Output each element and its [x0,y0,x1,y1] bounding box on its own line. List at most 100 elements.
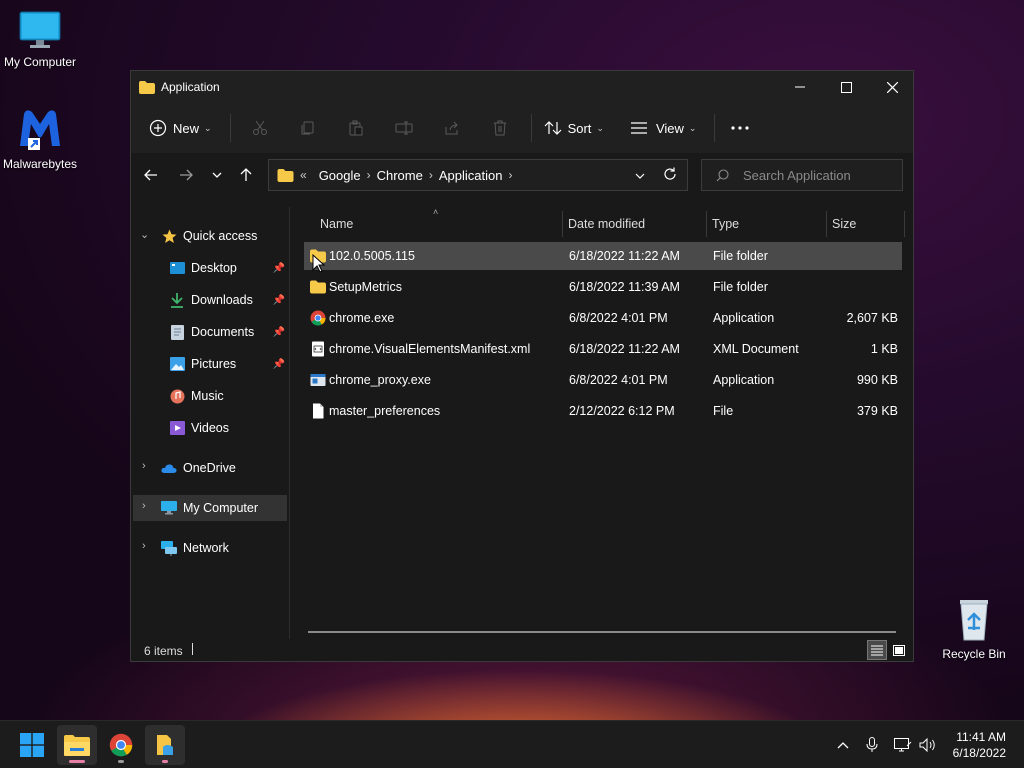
table-row[interactable]: 102.0.5005.115 6/18/2022 11:22 AM File f… [304,242,902,270]
up-button[interactable] [234,163,258,187]
microphone-button[interactable] [862,733,882,757]
column-label: Date modified [568,217,646,231]
share-button[interactable] [435,113,469,143]
taskbar-chrome[interactable] [101,725,141,765]
sidebar-item-videos[interactable]: Videos [169,415,289,441]
title-bar[interactable]: Application [131,71,913,103]
address-history-button[interactable] [635,168,645,182]
table-row[interactable]: chrome.VisualElementsManifest.xml 6/18/2… [304,335,902,363]
sort-button[interactable]: Sort ⌄ [544,120,604,136]
content-area: ⌄ Quick access Desktop 📌 Downloads 📌 Doc… [131,207,913,639]
file-date: 6/8/2022 4:01 PM [569,311,668,325]
horizontal-scrollbar[interactable] [308,631,896,633]
videos-icon [169,420,185,436]
sidebar-item-documents[interactable]: Documents 📌 [169,319,289,345]
sidebar-item-pictures[interactable]: Pictures 📌 [169,351,289,377]
sidebar-item-label: Videos [191,421,229,435]
sidebar-item-music[interactable]: Music [169,383,289,409]
column-header-size[interactable]: Size [832,213,902,235]
plus-circle-icon [149,119,167,137]
chevron-right-icon[interactable]: › [367,168,371,182]
column-divider[interactable] [562,211,563,237]
table-row[interactable]: chrome.exe 6/8/2022 4:01 PM Application … [304,304,902,332]
navigation-bar: « Google › Chrome › Application › Search… [131,153,913,197]
volume-button[interactable] [918,733,938,757]
forward-button[interactable] [174,163,198,187]
column-divider[interactable] [904,211,905,237]
sidebar-item-my-computer[interactable]: › My Computer [133,495,287,521]
column-header-date-modified[interactable]: Date modified [568,213,708,235]
table-row[interactable]: master_preferences 2/12/2022 6:12 PM Fil… [304,397,902,425]
refresh-button[interactable] [663,167,677,184]
details-view-icon [871,645,883,655]
desktop-icon-label: My Computer [3,55,77,69]
command-bar: New ⌄ Sort ⌄ View ⌄ [131,103,913,153]
monitor-icon [19,11,61,48]
back-button[interactable] [139,163,163,187]
chevron-right-icon[interactable]: › [429,168,433,182]
new-button[interactable]: New ⌄ [149,119,212,137]
rename-button[interactable] [387,113,421,143]
sidebar-item-quick-access[interactable]: ⌄ Quick access [131,223,287,249]
chevron-down-icon [212,172,222,178]
sidebar-item-downloads[interactable]: Downloads 📌 [169,287,289,313]
address-bar[interactable]: « Google › Chrome › Application › [268,159,688,191]
file-type: File [713,404,734,418]
search-icon [716,168,729,181]
chevron-down-icon: ⌄ [204,122,212,133]
network-status-button[interactable] [893,733,913,757]
view-button[interactable]: View ⌄ [630,121,696,136]
file-name: chrome_proxy.exe [329,373,431,387]
cut-button[interactable] [243,113,277,143]
chevron-right-icon[interactable]: › [142,540,146,552]
breadcrumb-google[interactable]: Google [319,168,361,183]
refresh-icon [664,167,676,180]
column-divider[interactable] [706,211,707,237]
copy-icon [301,121,314,135]
delete-button[interactable] [483,113,517,143]
sidebar-item-desktop[interactable]: Desktop 📌 [169,255,289,281]
status-bar: 6 items [131,639,913,661]
column-divider[interactable] [826,211,827,237]
column-header-name[interactable]: Name [320,213,560,235]
tiles-view-button[interactable] [889,640,909,660]
chevron-up-icon [837,741,849,748]
chevron-down-icon[interactable]: ⌄ [140,228,149,241]
pin-icon: 📌 [272,294,285,306]
sidebar-item-network[interactable]: › Network [131,535,287,561]
paste-button[interactable] [339,113,373,143]
search-input[interactable]: Search Application [701,159,903,191]
desktop-icon-my-computer[interactable]: My Computer [0,10,80,69]
recent-locations-button[interactable] [205,163,229,187]
breadcrumb-application[interactable]: Application [439,168,503,183]
chevron-down-icon: ⌄ [596,122,604,133]
desktop-icon-malwarebytes[interactable]: Malwarebytes [0,106,80,171]
sidebar-item-label: Pictures [191,357,237,371]
sidebar-item-onedrive[interactable]: › OneDrive [131,455,287,481]
start-button[interactable] [12,725,52,765]
clock[interactable]: 11:41 AM 6/18/2022 [953,729,1006,761]
taskbar-document-app[interactable] [145,725,185,765]
copy-button[interactable] [291,113,325,143]
desktop-icon-recycle-bin[interactable]: Recycle Bin [934,596,1014,661]
breadcrumb-chrome[interactable]: Chrome [377,168,423,183]
folder-icon [310,280,326,294]
details-view-button[interactable] [867,640,887,660]
file-name: chrome.exe [329,311,395,325]
minimize-button[interactable] [777,71,823,103]
chevron-right-icon[interactable]: › [508,168,512,182]
column-header-type[interactable]: Type [712,213,822,235]
chevron-right-icon[interactable]: › [142,500,146,512]
file-name: chrome.VisualElementsManifest.xml [329,342,531,356]
table-row[interactable]: chrome_proxy.exe 6/8/2022 4:01 PM Applic… [304,366,902,394]
maximize-icon [840,81,852,93]
pictures-icon [169,356,185,372]
taskbar-file-explorer[interactable] [57,725,97,765]
breadcrumb-overflow[interactable]: « [300,168,307,182]
table-row[interactable]: SetupMetrics 6/18/2022 11:39 AM File fol… [304,273,902,301]
chevron-right-icon[interactable]: › [142,460,146,472]
close-button[interactable] [869,71,915,103]
maximize-button[interactable] [823,71,869,103]
more-options-button[interactable] [731,126,750,130]
show-hidden-icons-button[interactable] [833,733,853,757]
